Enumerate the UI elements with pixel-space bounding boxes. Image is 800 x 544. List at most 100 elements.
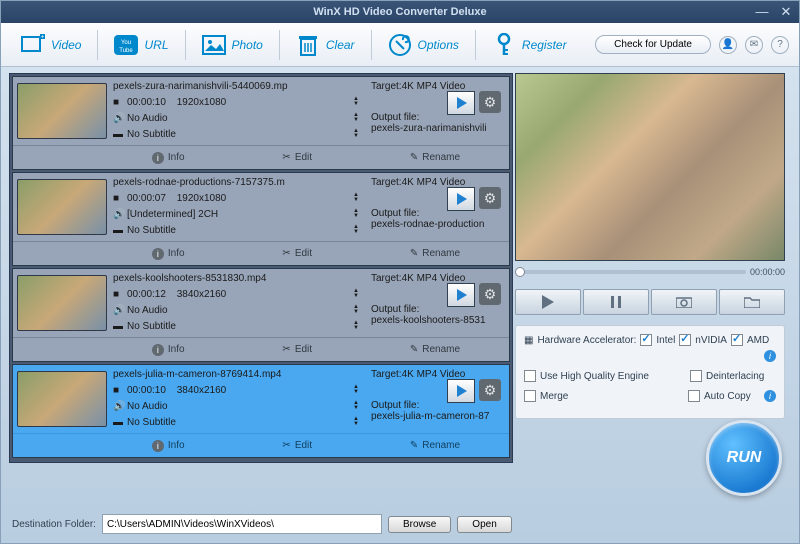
folder-button[interactable] <box>719 289 785 315</box>
rename-icon: ✎ <box>410 248 418 259</box>
timeline-time: 00:00:00 <box>750 267 785 277</box>
youtube-icon: YouTube <box>114 33 138 57</box>
edit-button[interactable]: ✂Edit <box>282 344 312 355</box>
timeline: 00:00:00 <box>515 263 785 281</box>
info-button[interactable]: iInfo <box>152 152 185 164</box>
open-button[interactable]: Open <box>457 516 511 533</box>
rename-icon: ✎ <box>410 440 418 451</box>
amd-checkbox[interactable] <box>731 334 743 346</box>
cpu-icon: ▦ <box>524 335 533 346</box>
thumbnail <box>17 371 107 427</box>
scissors-icon: ✂ <box>282 344 290 355</box>
run-button[interactable]: RUN <box>706 420 782 496</box>
thumbnail <box>17 83 107 139</box>
url-button[interactable]: YouTube URL <box>104 29 178 61</box>
subtitle-spinner[interactable]: ▲▼ <box>353 321 361 331</box>
info-icon: i <box>152 344 164 356</box>
check-update-button[interactable]: Check for Update <box>595 35 711 54</box>
subtitle-spinner[interactable]: ▲▼ <box>353 417 361 427</box>
svg-text:+: + <box>41 34 45 40</box>
clear-button[interactable]: Clear <box>286 29 365 61</box>
audio-spinner[interactable]: ▲▼ <box>353 401 361 411</box>
info-icon: i <box>152 440 164 452</box>
pause-button[interactable] <box>583 289 649 315</box>
info-icon: i <box>152 152 164 164</box>
mail-icon[interactable]: ✉ <box>745 36 763 54</box>
autocopy-info-icon[interactable]: i <box>764 390 776 402</box>
wrench-icon <box>388 33 412 57</box>
toolbar: + Video YouTube URL Photo Clear Options … <box>1 23 799 67</box>
video-spinner[interactable]: ▲▼ <box>353 289 361 299</box>
browse-button[interactable]: Browse <box>388 516 451 533</box>
audio-spinner[interactable]: ▲▼ <box>353 209 361 219</box>
edit-button[interactable]: ✂Edit <box>282 248 312 259</box>
hw-label: Hardware Accelerator: <box>537 335 636 346</box>
hq-checkbox[interactable] <box>524 370 536 382</box>
rename-button[interactable]: ✎Rename <box>410 248 460 259</box>
video-button[interactable]: + Video <box>11 29 91 61</box>
video-spinner[interactable]: ▲▼ <box>353 97 361 107</box>
list-item[interactable]: pexels-zura-narimanishvili-5440069.mp ■0… <box>12 76 510 170</box>
user-icon[interactable]: 👤 <box>719 36 737 54</box>
audio-icon: 🔊 <box>113 401 123 411</box>
subtitle-spinner[interactable]: ▲▼ <box>353 225 361 235</box>
list-item[interactable]: pexels-koolshooters-8531830.mp4 ■00:00:1… <box>12 268 510 362</box>
hw-info-icon[interactable]: i <box>764 350 776 362</box>
titlebar: WinX HD Video Converter Deluxe — ✕ <box>1 1 799 23</box>
list-item[interactable]: pexels-julia-m-cameron-8769414.mp4 ■00:0… <box>12 364 510 458</box>
video-icon: ■ <box>113 97 123 107</box>
audio-icon: 🔊 <box>113 113 123 123</box>
snapshot-button[interactable] <box>651 289 717 315</box>
preview-icon[interactable] <box>447 91 475 115</box>
settings-icon[interactable]: ⚙ <box>479 283 501 305</box>
subtitle-icon: ▬ <box>113 321 123 331</box>
settings-icon[interactable]: ⚙ <box>479 187 501 209</box>
video-icon: ■ <box>113 193 123 203</box>
audio-spinner[interactable]: ▲▼ <box>353 305 361 315</box>
video-spinner[interactable]: ▲▼ <box>353 385 361 395</box>
close-button[interactable]: ✕ <box>779 5 793 19</box>
subtitle-spinner[interactable]: ▲▼ <box>353 129 361 139</box>
play-button[interactable] <box>515 289 581 315</box>
footer: Destination Folder: Browse Open <box>0 504 800 544</box>
scissors-icon: ✂ <box>282 248 290 259</box>
autocopy-checkbox[interactable] <box>688 390 700 402</box>
destination-input[interactable] <box>102 514 382 534</box>
filename: pexels-julia-m-cameron-8769414.mp4 <box>113 369 367 380</box>
key-icon <box>492 33 516 57</box>
minimize-button[interactable]: — <box>755 5 769 19</box>
nvidia-checkbox[interactable] <box>679 334 691 346</box>
output-file: pexels-julia-m-cameron-87 <box>371 411 507 422</box>
info-button[interactable]: iInfo <box>152 344 185 356</box>
edit-button[interactable]: ✂Edit <box>282 152 312 163</box>
settings-icon[interactable]: ⚙ <box>479 91 501 113</box>
rename-button[interactable]: ✎Rename <box>410 344 460 355</box>
deint-checkbox[interactable] <box>690 370 702 382</box>
preview-icon[interactable] <box>447 379 475 403</box>
intel-checkbox[interactable] <box>640 334 652 346</box>
preview-icon[interactable] <box>447 283 475 307</box>
register-button[interactable]: Register <box>482 29 577 61</box>
photo-button[interactable]: Photo <box>192 29 273 61</box>
dest-label: Destination Folder: <box>12 519 96 530</box>
merge-checkbox[interactable] <box>524 390 536 402</box>
settings-icon[interactable]: ⚙ <box>479 379 501 401</box>
trash-icon <box>296 33 320 57</box>
video-spinner[interactable]: ▲▼ <box>353 193 361 203</box>
audio-spinner[interactable]: ▲▼ <box>353 113 361 123</box>
timeline-track[interactable] <box>515 270 746 274</box>
info-button[interactable]: iInfo <box>152 440 185 452</box>
options-button[interactable]: Options <box>378 29 469 61</box>
svg-text:Tube: Tube <box>120 48 134 54</box>
scissors-icon: ✂ <box>282 440 290 451</box>
edit-button[interactable]: ✂Edit <box>282 440 312 451</box>
rename-button[interactable]: ✎Rename <box>410 440 460 451</box>
audio-icon: 🔊 <box>113 209 123 219</box>
info-button[interactable]: iInfo <box>152 248 185 260</box>
preview-icon[interactable] <box>447 187 475 211</box>
help-icon[interactable]: ? <box>771 36 789 54</box>
rename-button[interactable]: ✎Rename <box>410 152 460 163</box>
list-item[interactable]: pexels-rodnae-productions-7157375.m ■00:… <box>12 172 510 266</box>
preview-panel[interactable] <box>515 73 785 261</box>
filename: pexels-zura-narimanishvili-5440069.mp <box>113 81 367 92</box>
